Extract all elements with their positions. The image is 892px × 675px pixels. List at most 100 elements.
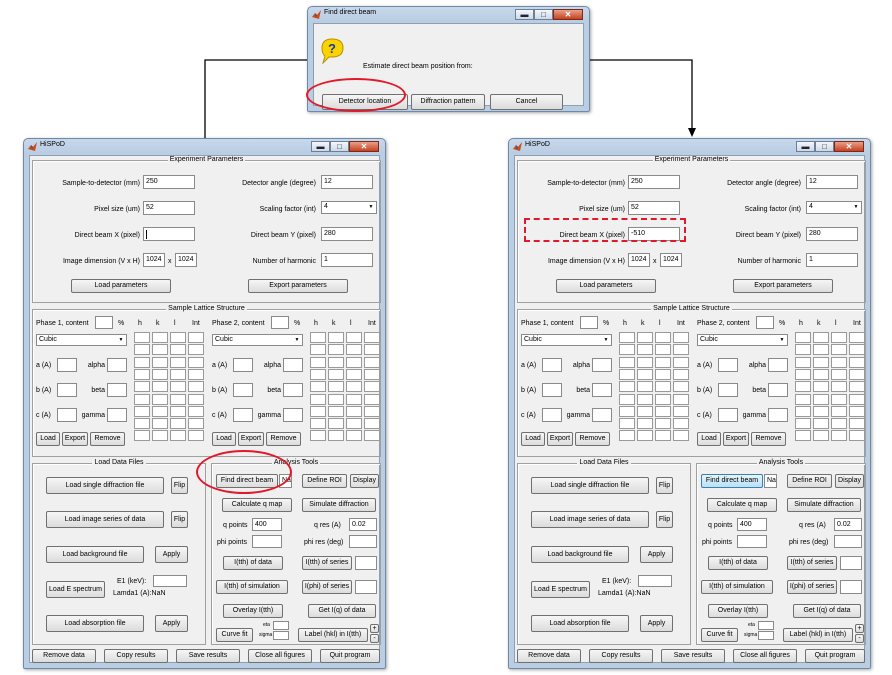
simulate-diffraction-button[interactable]: Simulate diffraction <box>302 498 376 512</box>
hkl-cell[interactable] <box>328 405 344 417</box>
load-image-series-button[interactable]: Load image series of data <box>531 511 649 528</box>
maximize-icon[interactable]: □ <box>330 141 349 152</box>
phase-remove-button[interactable]: Remove <box>575 432 610 446</box>
quit-program-button[interactable]: Quit program <box>805 649 865 663</box>
hkl-cell[interactable] <box>849 356 865 368</box>
hkl-cell[interactable] <box>310 368 326 380</box>
hkl-cell[interactable] <box>364 356 380 368</box>
hkl-cell[interactable] <box>188 332 204 343</box>
hkl-cell[interactable] <box>346 344 362 356</box>
hkl-cell[interactable] <box>188 381 204 393</box>
lattice-angle-input[interactable] <box>283 383 303 397</box>
hkl-cell[interactable] <box>831 393 847 405</box>
hkl-cell[interactable] <box>328 368 344 380</box>
hkl-cell[interactable] <box>849 381 865 393</box>
phase-load-button[interactable]: Load <box>697 432 721 446</box>
hkl-cell[interactable] <box>310 430 326 442</box>
hkl-cell[interactable] <box>346 418 362 430</box>
hkl-cell[interactable] <box>673 393 689 405</box>
sigma-input[interactable] <box>273 631 289 640</box>
hkl-cell[interactable] <box>831 368 847 380</box>
pixel-size-input[interactable]: 52 <box>628 201 680 215</box>
hkl-cell[interactable] <box>346 381 362 393</box>
phase-load-button[interactable]: Load <box>521 432 545 446</box>
scaling-factor-select[interactable]: 4 ▼ <box>321 201 377 214</box>
q-res-input[interactable]: 0.02 <box>834 518 862 531</box>
get-i-q-data-button[interactable]: Get I(q) of data <box>308 604 376 618</box>
lattice-angle-input[interactable] <box>592 383 612 397</box>
display-button[interactable]: Display <box>835 474 864 488</box>
lattice-param-input[interactable] <box>233 383 253 397</box>
hkl-cell[interactable] <box>152 344 168 356</box>
lattice-angle-input[interactable] <box>107 383 127 397</box>
hkl-cell[interactable] <box>152 356 168 368</box>
lattice-angle-input[interactable] <box>592 358 612 372</box>
hkl-cell[interactable] <box>134 393 150 405</box>
hkl-cell[interactable] <box>795 332 811 343</box>
flip-button[interactable]: Flip <box>171 477 188 494</box>
hkl-cell[interactable] <box>328 332 344 343</box>
hkl-cell[interactable] <box>188 393 204 405</box>
q-res-input[interactable]: 0.02 <box>349 518 377 531</box>
curve-fit-button[interactable]: Curve fit <box>701 628 738 642</box>
remove-data-button[interactable]: Remove data <box>32 649 96 663</box>
chevron-down-icon[interactable]: ▼ <box>117 336 125 344</box>
hkl-cell[interactable] <box>849 393 865 405</box>
hkl-cell[interactable] <box>328 393 344 405</box>
crystal-system-select[interactable]: Cubic ▼ <box>212 334 303 346</box>
eta-input[interactable] <box>758 621 774 630</box>
flip-series-button[interactable]: Flip <box>656 511 673 528</box>
overlay-i-tth-button[interactable]: Overlay I(tth) <box>223 604 283 618</box>
hkl-cell[interactable] <box>831 418 847 430</box>
lattice-param-input[interactable] <box>542 408 562 422</box>
hkl-cell[interactable] <box>655 356 671 368</box>
phase-export-button[interactable]: Export <box>62 432 88 446</box>
pixel-size-input[interactable]: 52 <box>143 201 195 215</box>
hkl-cell[interactable] <box>188 356 204 368</box>
hkl-cell[interactable] <box>310 393 326 405</box>
hkl-cell[interactable] <box>655 332 671 343</box>
hkl-cell[interactable] <box>364 430 380 442</box>
hkl-cell[interactable] <box>188 430 204 442</box>
hkl-cell[interactable] <box>170 430 186 442</box>
label-hkl-button[interactable]: Label (hkl) in I(tth) <box>298 628 368 642</box>
phase-remove-button[interactable]: Remove <box>90 432 125 446</box>
q-points-input[interactable]: 400 <box>737 518 767 531</box>
image-dimension-v-input[interactable]: 1024 <box>143 253 165 267</box>
e1-input[interactable] <box>638 575 672 587</box>
hkl-cell[interactable] <box>134 356 150 368</box>
lattice-param-input[interactable] <box>542 383 562 397</box>
i-tth-simulation-button[interactable]: I(tth) of simulation <box>701 580 773 594</box>
chevron-down-icon[interactable]: ▼ <box>367 203 375 211</box>
hkl-cell[interactable] <box>673 405 689 417</box>
load-single-diffraction-button[interactable]: Load single diffraction file <box>46 477 164 494</box>
hkl-cell[interactable] <box>637 381 653 393</box>
hkl-cell[interactable] <box>813 344 829 356</box>
hkl-cell[interactable] <box>813 368 829 380</box>
phase-load-button[interactable]: Load <box>36 432 60 446</box>
phase-load-button[interactable]: Load <box>212 432 236 446</box>
copy-results-button[interactable]: Copy results <box>589 649 653 663</box>
crystal-system-select[interactable]: Cubic ▼ <box>521 334 612 346</box>
lattice-param-input[interactable] <box>718 358 738 372</box>
i-tth-series-input[interactable] <box>840 556 862 570</box>
hkl-cell[interactable] <box>655 344 671 356</box>
hkl-cell[interactable] <box>310 332 326 343</box>
simulate-diffraction-button[interactable]: Simulate diffraction <box>787 498 861 512</box>
hkl-cell[interactable] <box>849 344 865 356</box>
minimize-icon[interactable]: ▬ <box>796 141 815 152</box>
i-phi-series-button[interactable]: I(phi) of series <box>302 580 352 594</box>
scaling-factor-select[interactable]: 4 ▼ <box>806 201 862 214</box>
hkl-cell[interactable] <box>346 393 362 405</box>
hkl-cell[interactable] <box>813 430 829 442</box>
lattice-angle-input[interactable] <box>768 408 788 422</box>
lattice-angle-input[interactable] <box>592 408 612 422</box>
hkl-cell[interactable] <box>134 381 150 393</box>
hkl-cell[interactable] <box>637 405 653 417</box>
hkl-cell[interactable] <box>170 344 186 356</box>
hkl-cell[interactable] <box>813 393 829 405</box>
hkl-cell[interactable] <box>364 344 380 356</box>
hkl-cell[interactable] <box>170 418 186 430</box>
hkl-cell[interactable] <box>619 356 635 368</box>
load-background-button[interactable]: Load background file <box>46 546 144 563</box>
